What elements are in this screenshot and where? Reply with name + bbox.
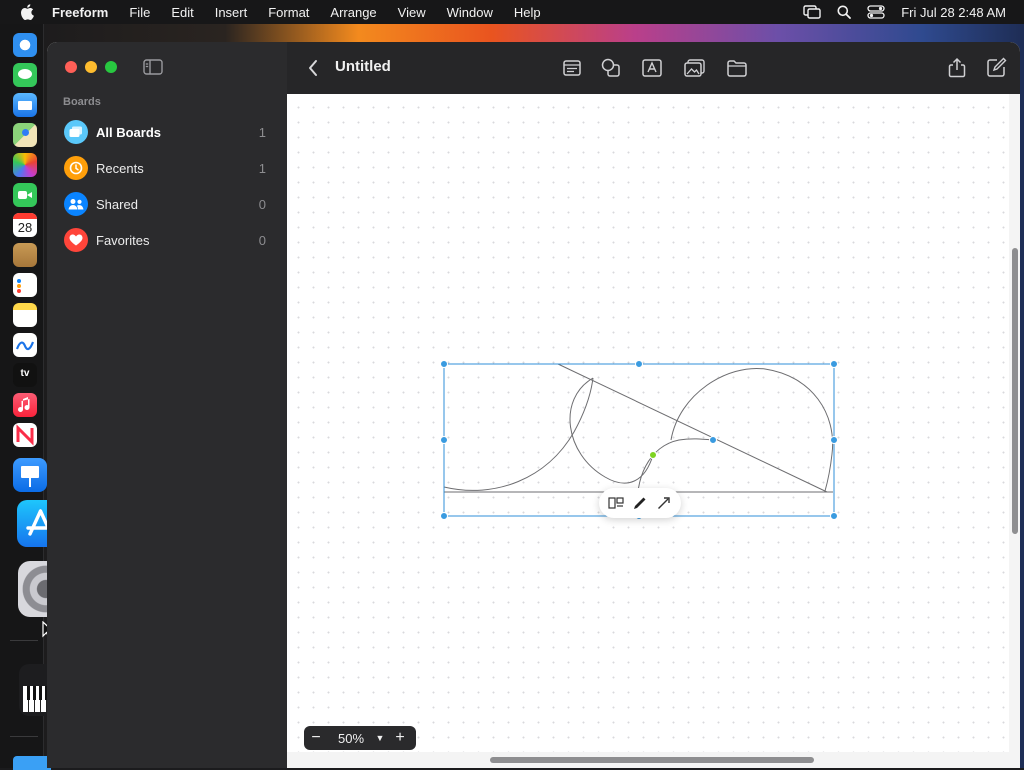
sidebar-item-recents[interactable]: Recents 1 — [55, 152, 279, 184]
sticky-note-icon[interactable] — [560, 56, 584, 80]
menu-edit[interactable]: Edit — [171, 5, 193, 20]
photos-icon[interactable] — [13, 153, 37, 177]
zoom-level[interactable]: 50% — [338, 731, 372, 746]
chevron-down-icon[interactable]: ▼ — [372, 733, 388, 743]
menu-view[interactable]: View — [398, 5, 426, 20]
messages-icon[interactable] — [13, 63, 37, 87]
tv-label: tv — [20, 368, 30, 379]
zoom-window-button[interactable] — [105, 61, 117, 73]
freeform-icon[interactable] — [13, 333, 37, 357]
zoom-in-button[interactable]: + — [388, 729, 412, 747]
minimize-window-button[interactable] — [85, 61, 97, 73]
menu-insert[interactable]: Insert — [215, 5, 248, 20]
calendar-day: 28 — [17, 220, 33, 235]
menu-help[interactable]: Help — [514, 5, 541, 20]
toolbar: Untitled — [287, 42, 1020, 94]
maps-icon[interactable] — [13, 123, 37, 147]
sidebar-item-favorites[interactable]: Favorites 0 — [55, 224, 279, 256]
zoom-out-button[interactable]: − — [304, 729, 328, 747]
tv-icon[interactable]: tv — [13, 363, 37, 387]
menu-format[interactable]: Format — [268, 5, 309, 20]
selection-context-toolbar — [599, 488, 681, 518]
back-chevron-icon[interactable] — [307, 59, 319, 77]
menu-arrange[interactable]: Arrange — [330, 5, 376, 20]
dock-separator — [10, 640, 38, 641]
horizontal-scroll-thumb[interactable] — [490, 757, 814, 763]
sidebar-item-count: 0 — [258, 232, 266, 248]
text-box-icon[interactable] — [640, 56, 664, 80]
shapes-icon[interactable] — [599, 56, 623, 80]
sidebar: Boards All Boards 1 Recents 1 Shared 0 F… — [47, 42, 287, 768]
files-icon[interactable] — [725, 56, 749, 80]
close-window-button[interactable] — [65, 61, 77, 73]
clock-icon — [64, 156, 88, 180]
menu-app-name[interactable]: Freeform — [52, 5, 108, 20]
control-point[interactable] — [649, 451, 657, 459]
zoom-control: − 50% ▼ + — [304, 726, 416, 750]
share-icon[interactable] — [945, 56, 969, 80]
heart-icon — [64, 228, 88, 252]
menu-file[interactable]: File — [129, 5, 150, 20]
vertical-scroll-thumb[interactable] — [1012, 248, 1018, 534]
drawn-loop[interactable] — [569, 377, 654, 484]
sidebar-item-label: All Boards — [96, 124, 162, 140]
media-icon[interactable] — [683, 56, 707, 80]
music-icon[interactable] — [13, 393, 37, 417]
drawn-curve[interactable] — [443, 377, 594, 491]
arrange-icon[interactable] — [608, 495, 624, 511]
boards-section-title: Boards — [63, 96, 101, 108]
keynote-icon[interactable] — [13, 458, 47, 492]
spotlight-search-icon[interactable] — [837, 5, 852, 19]
sidebar-item-count: 0 — [258, 196, 266, 212]
board-title[interactable]: Untitled — [335, 58, 391, 75]
board-canvas[interactable] — [287, 94, 1009, 752]
news-icon[interactable] — [13, 423, 37, 447]
sidebar-item-label: Favorites — [96, 232, 150, 248]
sidebar-item-label: Shared — [96, 196, 138, 212]
screen-mirroring-icon[interactable] — [803, 5, 821, 19]
pen-icon[interactable] — [632, 495, 648, 511]
sidebar-item-count: 1 — [258, 124, 266, 140]
reminders-icon[interactable] — [13, 273, 37, 297]
apple-menu-icon[interactable] — [20, 4, 34, 20]
menu-clock[interactable]: Fri Jul 28 2:48 AM — [901, 5, 1006, 20]
people-icon — [64, 192, 88, 216]
mail-icon[interactable] — [13, 93, 37, 117]
menu-bar: Freeform File Edit Insert Format Arrange… — [0, 0, 1024, 24]
menu-window[interactable]: Window — [447, 5, 493, 20]
freeform-window: Boards All Boards 1 Recents 1 Shared 0 F… — [47, 42, 1020, 768]
control-center-icon[interactable] — [867, 5, 885, 19]
notes-icon[interactable] — [13, 303, 37, 327]
connector-icon[interactable] — [656, 495, 672, 511]
boards-icon — [64, 120, 88, 144]
calendar-icon[interactable]: 28 — [13, 213, 37, 237]
sidebar-item-all-boards[interactable]: All Boards 1 — [55, 116, 279, 148]
sidebar-item-count: 1 — [258, 160, 266, 176]
sidebar-item-shared[interactable]: Shared 0 — [55, 188, 279, 220]
safari-icon[interactable] — [13, 33, 37, 57]
drawing-layer — [440, 360, 838, 520]
facetime-icon[interactable] — [13, 183, 37, 207]
new-board-icon[interactable] — [984, 56, 1008, 80]
sidebar-toggle-icon[interactable] — [143, 59, 163, 75]
dock-separator-2 — [10, 736, 38, 737]
dock: 28 tv — [0, 24, 74, 770]
notes-brown-icon[interactable] — [13, 243, 37, 267]
sidebar-item-label: Recents — [96, 160, 144, 176]
